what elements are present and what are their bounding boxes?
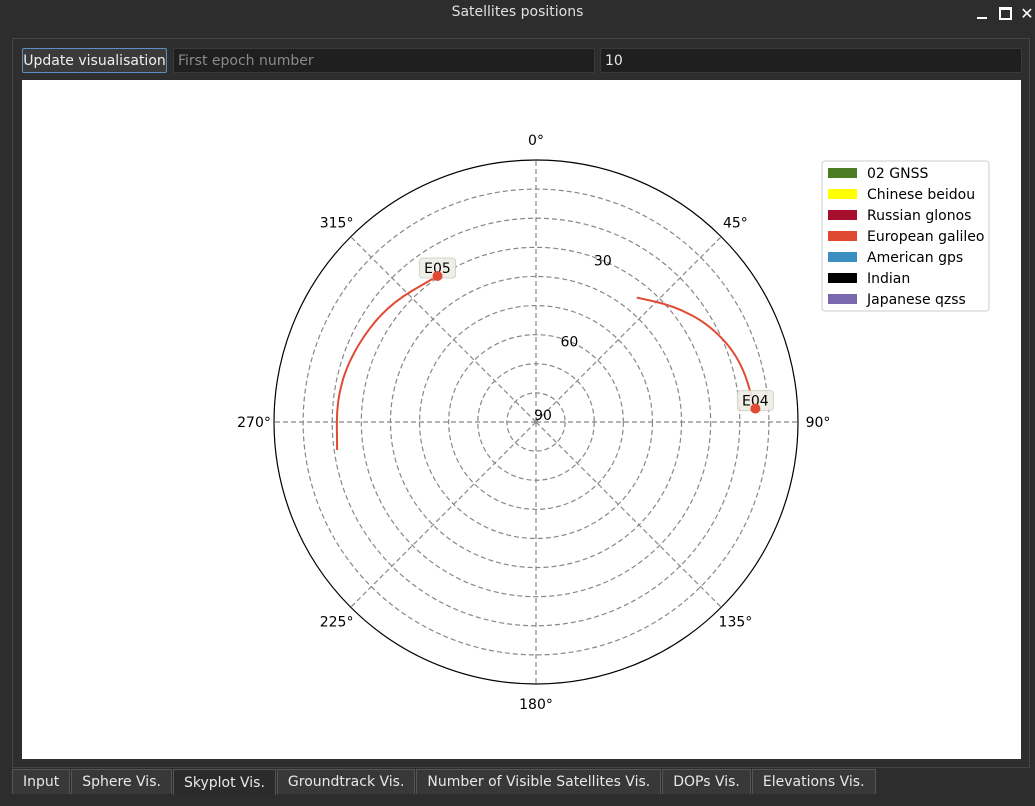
legend-label: Chinese beidou <box>867 187 975 203</box>
skyplot-canvas: 0° 45° 90° 135° 180° 225° 270° 315° 30 60 90 E05 E04… <box>22 80 1021 759</box>
tab-input[interactable]: Input <box>12 769 71 794</box>
azimuth-tick-label: 270° <box>237 415 271 431</box>
legend-swatch <box>828 210 857 220</box>
legend-swatch <box>828 252 857 262</box>
legend-label: Indian <box>867 271 910 287</box>
azimuth-tick-label: 225° <box>320 614 354 630</box>
title-bar: Satellites positions ✕ <box>0 0 1035 28</box>
close-icon: ✕ <box>1020 3 1034 23</box>
satellite-track-e05 <box>335 275 439 450</box>
legend-swatch <box>828 168 857 178</box>
azimuth-tick-label: 315° <box>320 216 354 232</box>
grid-radial-line <box>350 421 537 608</box>
legend-label: Russian glonos <box>867 208 971 224</box>
elevation-tick-label: 90 <box>534 408 552 424</box>
grid-radial-line <box>535 421 722 608</box>
tab-groundtrack-vis[interactable]: Groundtrack Vis. <box>276 769 416 794</box>
tab-dops-vis[interactable]: DOPs Vis. <box>662 769 751 794</box>
legend-swatch <box>828 273 857 283</box>
maximize-icon <box>998 6 1012 20</box>
first-epoch-input[interactable] <box>173 48 595 73</box>
maximize-button[interactable] <box>994 2 1016 24</box>
elevation-tick-label: 60 <box>561 334 579 350</box>
close-button[interactable]: ✕ <box>1016 2 1035 24</box>
window-title: Satellites positions <box>451 4 584 20</box>
legend-swatch <box>828 294 857 304</box>
minimize-button[interactable] <box>971 2 993 24</box>
tab-skyplot-vis[interactable]: Skyplot Vis. <box>172 769 276 795</box>
legend-label: European galileo <box>867 229 984 245</box>
azimuth-tick-label: 180° <box>519 697 553 713</box>
azimuth-tick-label: 0° <box>528 133 544 149</box>
grid-radial-line <box>535 236 722 423</box>
tab-sphere-vis[interactable]: Sphere Vis. <box>71 769 172 794</box>
tab-bar: Input Sphere Vis. Skyplot Vis. Groundtrack … <box>12 769 877 795</box>
legend-label: American gps <box>867 250 963 266</box>
satellite-point-e05 <box>432 270 443 281</box>
update-visualisation-button[interactable]: Update visualisation <box>22 48 167 73</box>
azimuth-tick-label: 135° <box>719 614 753 630</box>
azimuth-tick-label: 90° <box>806 415 831 431</box>
tab-number-of-visible-satellites-vis[interactable]: Number of Visible Satellites Vis. <box>416 769 662 794</box>
epoch-count-input[interactable] <box>600 48 1022 73</box>
legend-swatch <box>828 189 857 199</box>
satellite-point-e04 <box>750 403 761 414</box>
legend-swatch <box>828 231 857 241</box>
elevation-tick-label: 30 <box>594 254 612 270</box>
legend-label: 02 GNSS <box>867 166 928 182</box>
skyplot-chart: 0°45°90°135°180°225°270°315°306090E05E04… <box>237 133 990 713</box>
azimuth-tick-label: 45° <box>723 216 748 232</box>
legend-label: Japanese qzss <box>866 292 966 308</box>
tab-elevations-vis[interactable]: Elevations Vis. <box>751 769 876 794</box>
minimize-icon <box>977 17 987 19</box>
